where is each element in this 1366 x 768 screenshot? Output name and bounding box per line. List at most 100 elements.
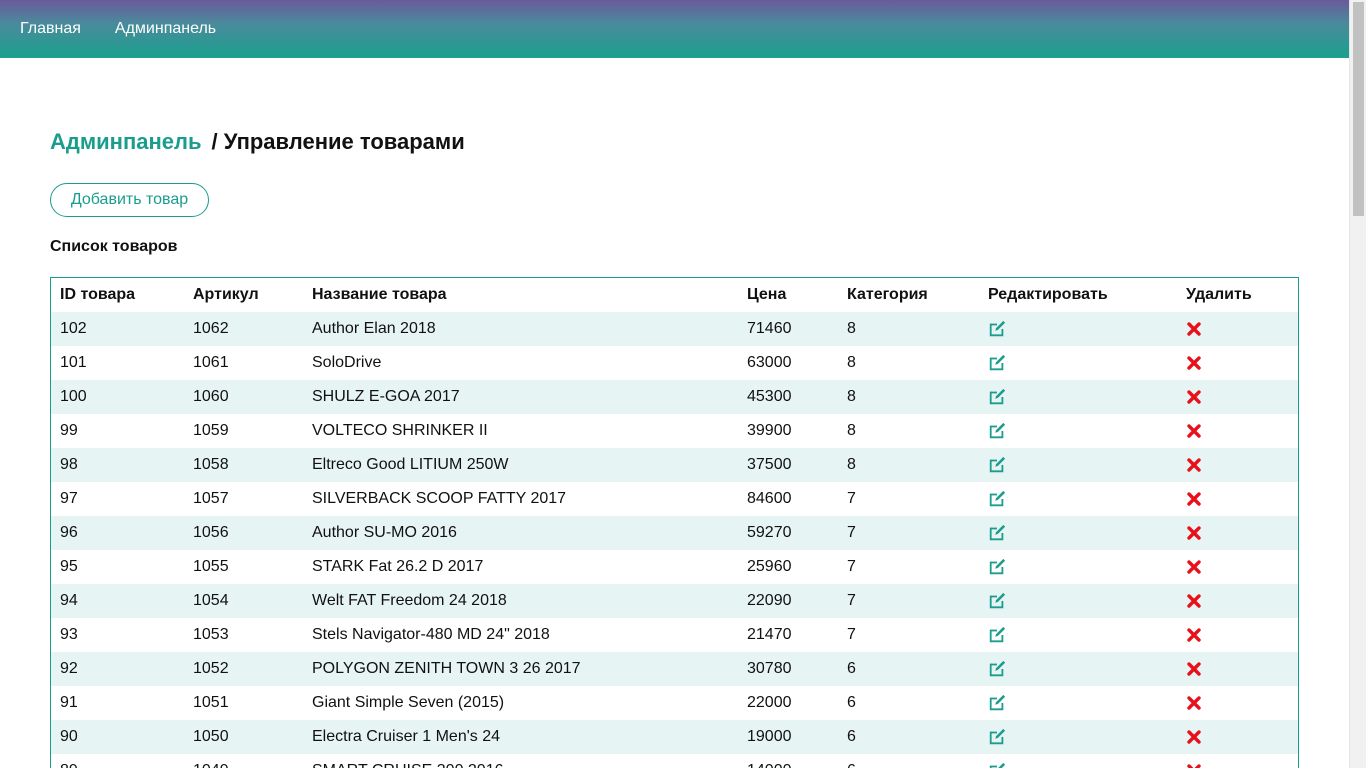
products-table: ID товара Артикул Название товара Цена К… <box>51 278 1298 768</box>
cell-delete <box>1177 516 1298 550</box>
cell-name: VOLTECO SHRINKER II <box>303 414 738 448</box>
nav-link-admin[interactable]: Админпанель <box>115 21 216 37</box>
edit-icon[interactable] <box>988 626 1006 644</box>
edit-icon[interactable] <box>988 694 1006 712</box>
page-scrollbar[interactable] <box>1349 0 1366 768</box>
cell-edit <box>979 618 1177 652</box>
cell-article: 1054 <box>184 584 303 618</box>
cell-id: 99 <box>51 414 184 448</box>
delete-icon[interactable] <box>1187 594 1201 608</box>
delete-icon[interactable] <box>1187 764 1201 768</box>
cell-name: SoloDrive <box>303 346 738 380</box>
cell-id: 96 <box>51 516 184 550</box>
table-row: 100 1060 SHULZ E-GOA 2017 45300 8 <box>51 380 1298 414</box>
edit-icon[interactable] <box>988 320 1006 338</box>
table-row: 91 1051 Giant Simple Seven (2015) 22000 … <box>51 686 1298 720</box>
delete-icon[interactable] <box>1187 356 1201 370</box>
cell-name: SILVERBACK SCOOP FATTY 2017 <box>303 482 738 516</box>
table-row: 102 1062 Author Elan 2018 71460 8 <box>51 312 1298 346</box>
cell-article: 1049 <box>184 754 303 768</box>
header-delete: Удалить <box>1177 278 1298 312</box>
edit-icon[interactable] <box>988 728 1006 746</box>
cell-name: STARK Fat 26.2 D 2017 <box>303 550 738 584</box>
cell-edit <box>979 550 1177 584</box>
delete-icon[interactable] <box>1187 390 1201 404</box>
delete-icon[interactable] <box>1187 424 1201 438</box>
cell-id: 94 <box>51 584 184 618</box>
table-row: 92 1052 POLYGON ZENITH TOWN 3 26 2017 30… <box>51 652 1298 686</box>
delete-icon[interactable] <box>1187 730 1201 744</box>
cell-price: 63000 <box>738 346 838 380</box>
cell-id: 90 <box>51 720 184 754</box>
cell-delete <box>1177 380 1298 414</box>
cell-delete <box>1177 312 1298 346</box>
edit-icon[interactable] <box>988 388 1006 406</box>
cell-price: 25960 <box>738 550 838 584</box>
cell-category: 8 <box>838 346 979 380</box>
cell-id: 100 <box>51 380 184 414</box>
cell-id: 102 <box>51 312 184 346</box>
cell-edit <box>979 482 1177 516</box>
cell-article: 1062 <box>184 312 303 346</box>
cell-category: 8 <box>838 312 979 346</box>
delete-icon[interactable] <box>1187 458 1201 472</box>
nav-link-home[interactable]: Главная <box>20 21 81 37</box>
breadcrumb-current: / Управление товарами <box>211 129 465 154</box>
delete-icon[interactable] <box>1187 492 1201 506</box>
delete-icon[interactable] <box>1187 662 1201 676</box>
cell-id: 97 <box>51 482 184 516</box>
cell-edit <box>979 346 1177 380</box>
edit-icon[interactable] <box>988 592 1006 610</box>
edit-icon[interactable] <box>988 660 1006 678</box>
edit-icon[interactable] <box>988 456 1006 474</box>
cell-edit <box>979 414 1177 448</box>
cell-delete <box>1177 550 1298 584</box>
cell-price: 37500 <box>738 448 838 482</box>
cell-edit <box>979 448 1177 482</box>
cell-id: 89 <box>51 754 184 768</box>
table-row: 96 1056 Author SU-MO 2016 59270 7 <box>51 516 1298 550</box>
page-title: Админпанель / Управление товарами <box>50 129 465 155</box>
cell-delete <box>1177 686 1298 720</box>
delete-icon[interactable] <box>1187 628 1201 642</box>
table-row: 99 1059 VOLTECO SHRINKER II 39900 8 <box>51 414 1298 448</box>
cell-name: Electra Cruiser 1 Men's 24 <box>303 720 738 754</box>
edit-icon[interactable] <box>988 490 1006 508</box>
edit-icon[interactable] <box>988 422 1006 440</box>
cell-price: 21470 <box>738 618 838 652</box>
cell-name: SMART CRUISE 300 2016 <box>303 754 738 768</box>
cell-delete <box>1177 754 1298 768</box>
cell-category: 6 <box>838 720 979 754</box>
delete-icon[interactable] <box>1187 696 1201 710</box>
cell-name: Giant Simple Seven (2015) <box>303 686 738 720</box>
header-category: Категория <box>838 278 979 312</box>
cell-edit <box>979 516 1177 550</box>
edit-icon[interactable] <box>988 524 1006 542</box>
cell-article: 1053 <box>184 618 303 652</box>
header-name: Название товара <box>303 278 738 312</box>
delete-icon[interactable] <box>1187 526 1201 540</box>
header-edit: Редактировать <box>979 278 1177 312</box>
header-price: Цена <box>738 278 838 312</box>
delete-icon[interactable] <box>1187 560 1201 574</box>
breadcrumb-admin-link[interactable]: Админпанель <box>50 129 202 154</box>
table-row: 97 1057 SILVERBACK SCOOP FATTY 2017 8460… <box>51 482 1298 516</box>
cell-delete <box>1177 448 1298 482</box>
header-article: Артикул <box>184 278 303 312</box>
cell-edit <box>979 686 1177 720</box>
cell-price: 84600 <box>738 482 838 516</box>
table-row: 94 1054 Welt FAT Freedom 24 2018 22090 7 <box>51 584 1298 618</box>
edit-icon[interactable] <box>988 558 1006 576</box>
cell-category: 8 <box>838 448 979 482</box>
cell-article: 1058 <box>184 448 303 482</box>
cell-name: Author Elan 2018 <box>303 312 738 346</box>
cell-category: 8 <box>838 380 979 414</box>
cell-edit <box>979 720 1177 754</box>
edit-icon[interactable] <box>988 354 1006 372</box>
scrollbar-thumb[interactable] <box>1353 2 1364 216</box>
cell-name: Welt FAT Freedom 24 2018 <box>303 584 738 618</box>
cell-price: 14000 <box>738 754 838 768</box>
add-product-button[interactable]: Добавить товар <box>50 183 209 217</box>
edit-icon[interactable] <box>988 762 1006 768</box>
delete-icon[interactable] <box>1187 322 1201 336</box>
